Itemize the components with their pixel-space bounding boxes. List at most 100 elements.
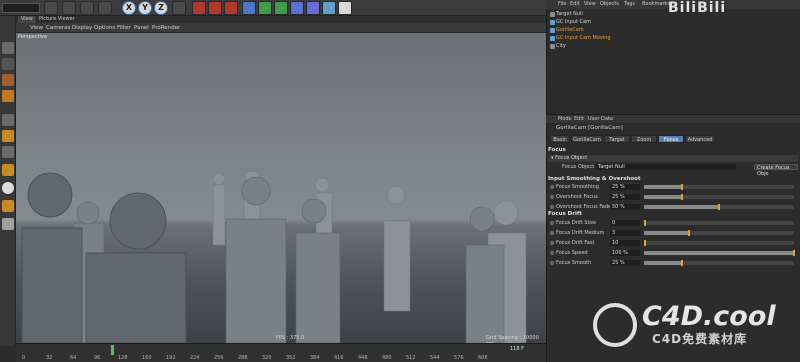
om-menu-view[interactable]: View bbox=[584, 1, 596, 7]
texture-mode-icon[interactable] bbox=[2, 74, 14, 86]
param-slider[interactable] bbox=[644, 250, 795, 256]
focus-object-group[interactable]: ▾ Focus Object bbox=[548, 155, 798, 162]
scene-render bbox=[21, 170, 527, 343]
object-gc-input-cam[interactable]: GC Input Cam bbox=[556, 19, 591, 26]
render-settings-icon[interactable] bbox=[224, 1, 238, 15]
param-value-field[interactable]: 25 % bbox=[610, 194, 640, 200]
menu-view[interactable]: View bbox=[30, 24, 43, 32]
timeline-tick: 608 bbox=[478, 355, 488, 361]
slider-knob[interactable] bbox=[644, 220, 646, 226]
slider-knob[interactable] bbox=[680, 260, 683, 266]
keyframe-dot-icon[interactable] bbox=[550, 231, 554, 235]
y-axis-button[interactable]: Y bbox=[138, 1, 152, 15]
undo-icon[interactable] bbox=[98, 1, 112, 15]
rotate-tool-icon[interactable] bbox=[80, 1, 94, 15]
create-focus-object-button[interactable]: Create Focus Obje bbox=[754, 164, 798, 177]
tab-focus[interactable]: Focus bbox=[658, 135, 684, 143]
tab-target[interactable]: Target bbox=[604, 135, 630, 143]
tab-advanced[interactable]: Advanced bbox=[685, 135, 715, 143]
axis-mode-icon[interactable] bbox=[2, 164, 14, 176]
workplane-icon[interactable] bbox=[2, 90, 14, 102]
menu-prorender[interactable]: ProRender bbox=[152, 24, 180, 32]
object-target-null[interactable]: Target Null bbox=[556, 11, 583, 18]
x-axis-button[interactable]: X bbox=[122, 1, 136, 15]
snap-icon[interactable] bbox=[2, 182, 14, 194]
scale-tool-icon[interactable] bbox=[62, 1, 76, 15]
timeline[interactable]: 0 32 64 96 128 160 192 224 256 288 320 352 384 416 448… bbox=[16, 343, 546, 362]
tab-gorillacam[interactable]: GorillaCam bbox=[571, 135, 603, 143]
keyframe-dot-icon[interactable] bbox=[550, 251, 554, 255]
menu-panel[interactable]: Panel bbox=[134, 24, 149, 32]
tab-basic[interactable]: Basic bbox=[550, 135, 570, 143]
om-menu-objects[interactable]: Objects bbox=[600, 1, 619, 7]
keyframe-dot-icon[interactable] bbox=[550, 221, 554, 225]
polygons-mode-icon[interactable] bbox=[2, 146, 14, 158]
slider-knob[interactable] bbox=[644, 240, 646, 246]
am-menu-mode[interactable]: Mode bbox=[558, 116, 572, 122]
param-slider[interactable] bbox=[644, 230, 794, 236]
camera-icon[interactable] bbox=[322, 1, 336, 15]
param-value-field[interactable]: 100 % bbox=[610, 250, 640, 256]
menu-display[interactable]: Display bbox=[72, 24, 92, 32]
keyframe-dot-icon[interactable] bbox=[550, 261, 554, 265]
points-mode-icon[interactable] bbox=[2, 114, 14, 126]
param-slider[interactable] bbox=[644, 240, 794, 246]
param-value-field[interactable]: 25 % bbox=[610, 260, 640, 266]
slider-fill bbox=[644, 261, 682, 265]
tab-zoom[interactable]: Zoom bbox=[631, 135, 657, 143]
tab-view[interactable]: View bbox=[18, 16, 36, 23]
am-menu-user-data[interactable]: User Data bbox=[588, 116, 613, 122]
param-value-field[interactable]: 25 % bbox=[610, 184, 640, 190]
param-value-field[interactable]: 10 bbox=[610, 240, 640, 246]
light-icon[interactable] bbox=[338, 1, 352, 15]
render-picture-icon[interactable] bbox=[208, 1, 222, 15]
z-axis-button[interactable]: Z bbox=[154, 1, 168, 15]
keyframe-dot-icon[interactable] bbox=[550, 185, 554, 189]
toolbar-field[interactable] bbox=[2, 3, 40, 13]
object-gc-input-cam-moving[interactable]: GC Input Cam Moving bbox=[556, 35, 611, 42]
menu-filter[interactable]: Filter bbox=[117, 24, 131, 32]
slider-knob[interactable] bbox=[793, 250, 795, 256]
om-menu-file[interactable]: File bbox=[558, 1, 566, 7]
param-slider[interactable] bbox=[644, 220, 794, 226]
om-menu-edit[interactable]: Edit bbox=[570, 1, 580, 7]
cube-icon[interactable] bbox=[242, 1, 256, 15]
object-city[interactable]: City bbox=[556, 43, 566, 50]
edges-mode-icon[interactable] bbox=[2, 130, 14, 142]
focus-object-field[interactable]: Target Null bbox=[596, 164, 736, 170]
tab-picture-viewer[interactable]: Picture Viewer bbox=[36, 16, 78, 23]
perspective-viewport[interactable]: Perspective FPS : 375.0 Grid Spacing : 1… bbox=[16, 33, 546, 343]
scene-icon[interactable] bbox=[306, 1, 320, 15]
param-value-field[interactable]: 0 bbox=[610, 220, 640, 226]
deformer-icon[interactable] bbox=[290, 1, 304, 15]
menu-cameras[interactable]: Cameras bbox=[46, 24, 70, 32]
make-editable-icon[interactable] bbox=[2, 42, 14, 54]
sculpt-icon[interactable] bbox=[2, 200, 14, 212]
param-slider[interactable] bbox=[644, 260, 794, 266]
param-slider[interactable] bbox=[644, 184, 794, 190]
generator-icon[interactable] bbox=[258, 1, 272, 15]
object-gorillacam[interactable]: GorillaCam bbox=[556, 27, 584, 34]
slider-knob[interactable] bbox=[688, 230, 690, 236]
model-mode-icon[interactable] bbox=[2, 58, 14, 70]
param-value-field[interactable]: 50 % bbox=[610, 204, 640, 210]
timeline-playhead[interactable] bbox=[111, 345, 114, 355]
keyframe-dot-icon[interactable] bbox=[550, 205, 554, 209]
world-coord-icon[interactable] bbox=[172, 1, 186, 15]
keyframe-dot-icon[interactable] bbox=[550, 241, 554, 245]
slider-knob[interactable] bbox=[680, 184, 683, 190]
slider-knob[interactable] bbox=[718, 204, 720, 210]
menu-options[interactable]: Options bbox=[94, 24, 115, 32]
keyframe-dot-icon[interactable] bbox=[550, 195, 554, 199]
param-value-field[interactable]: 3 bbox=[610, 230, 640, 236]
render-view-icon[interactable] bbox=[192, 1, 206, 15]
om-menu-tags[interactable]: Tags bbox=[624, 1, 635, 7]
spline-icon[interactable] bbox=[274, 1, 288, 15]
param-slider[interactable] bbox=[644, 194, 794, 200]
am-menu-edit[interactable]: Edit bbox=[574, 116, 584, 122]
move-tool-icon[interactable] bbox=[44, 1, 58, 15]
om-menu-bookmarks[interactable]: Bookmarks bbox=[642, 1, 670, 7]
layers-icon[interactable] bbox=[2, 218, 14, 230]
param-slider[interactable] bbox=[644, 204, 794, 210]
slider-knob[interactable] bbox=[680, 194, 683, 200]
